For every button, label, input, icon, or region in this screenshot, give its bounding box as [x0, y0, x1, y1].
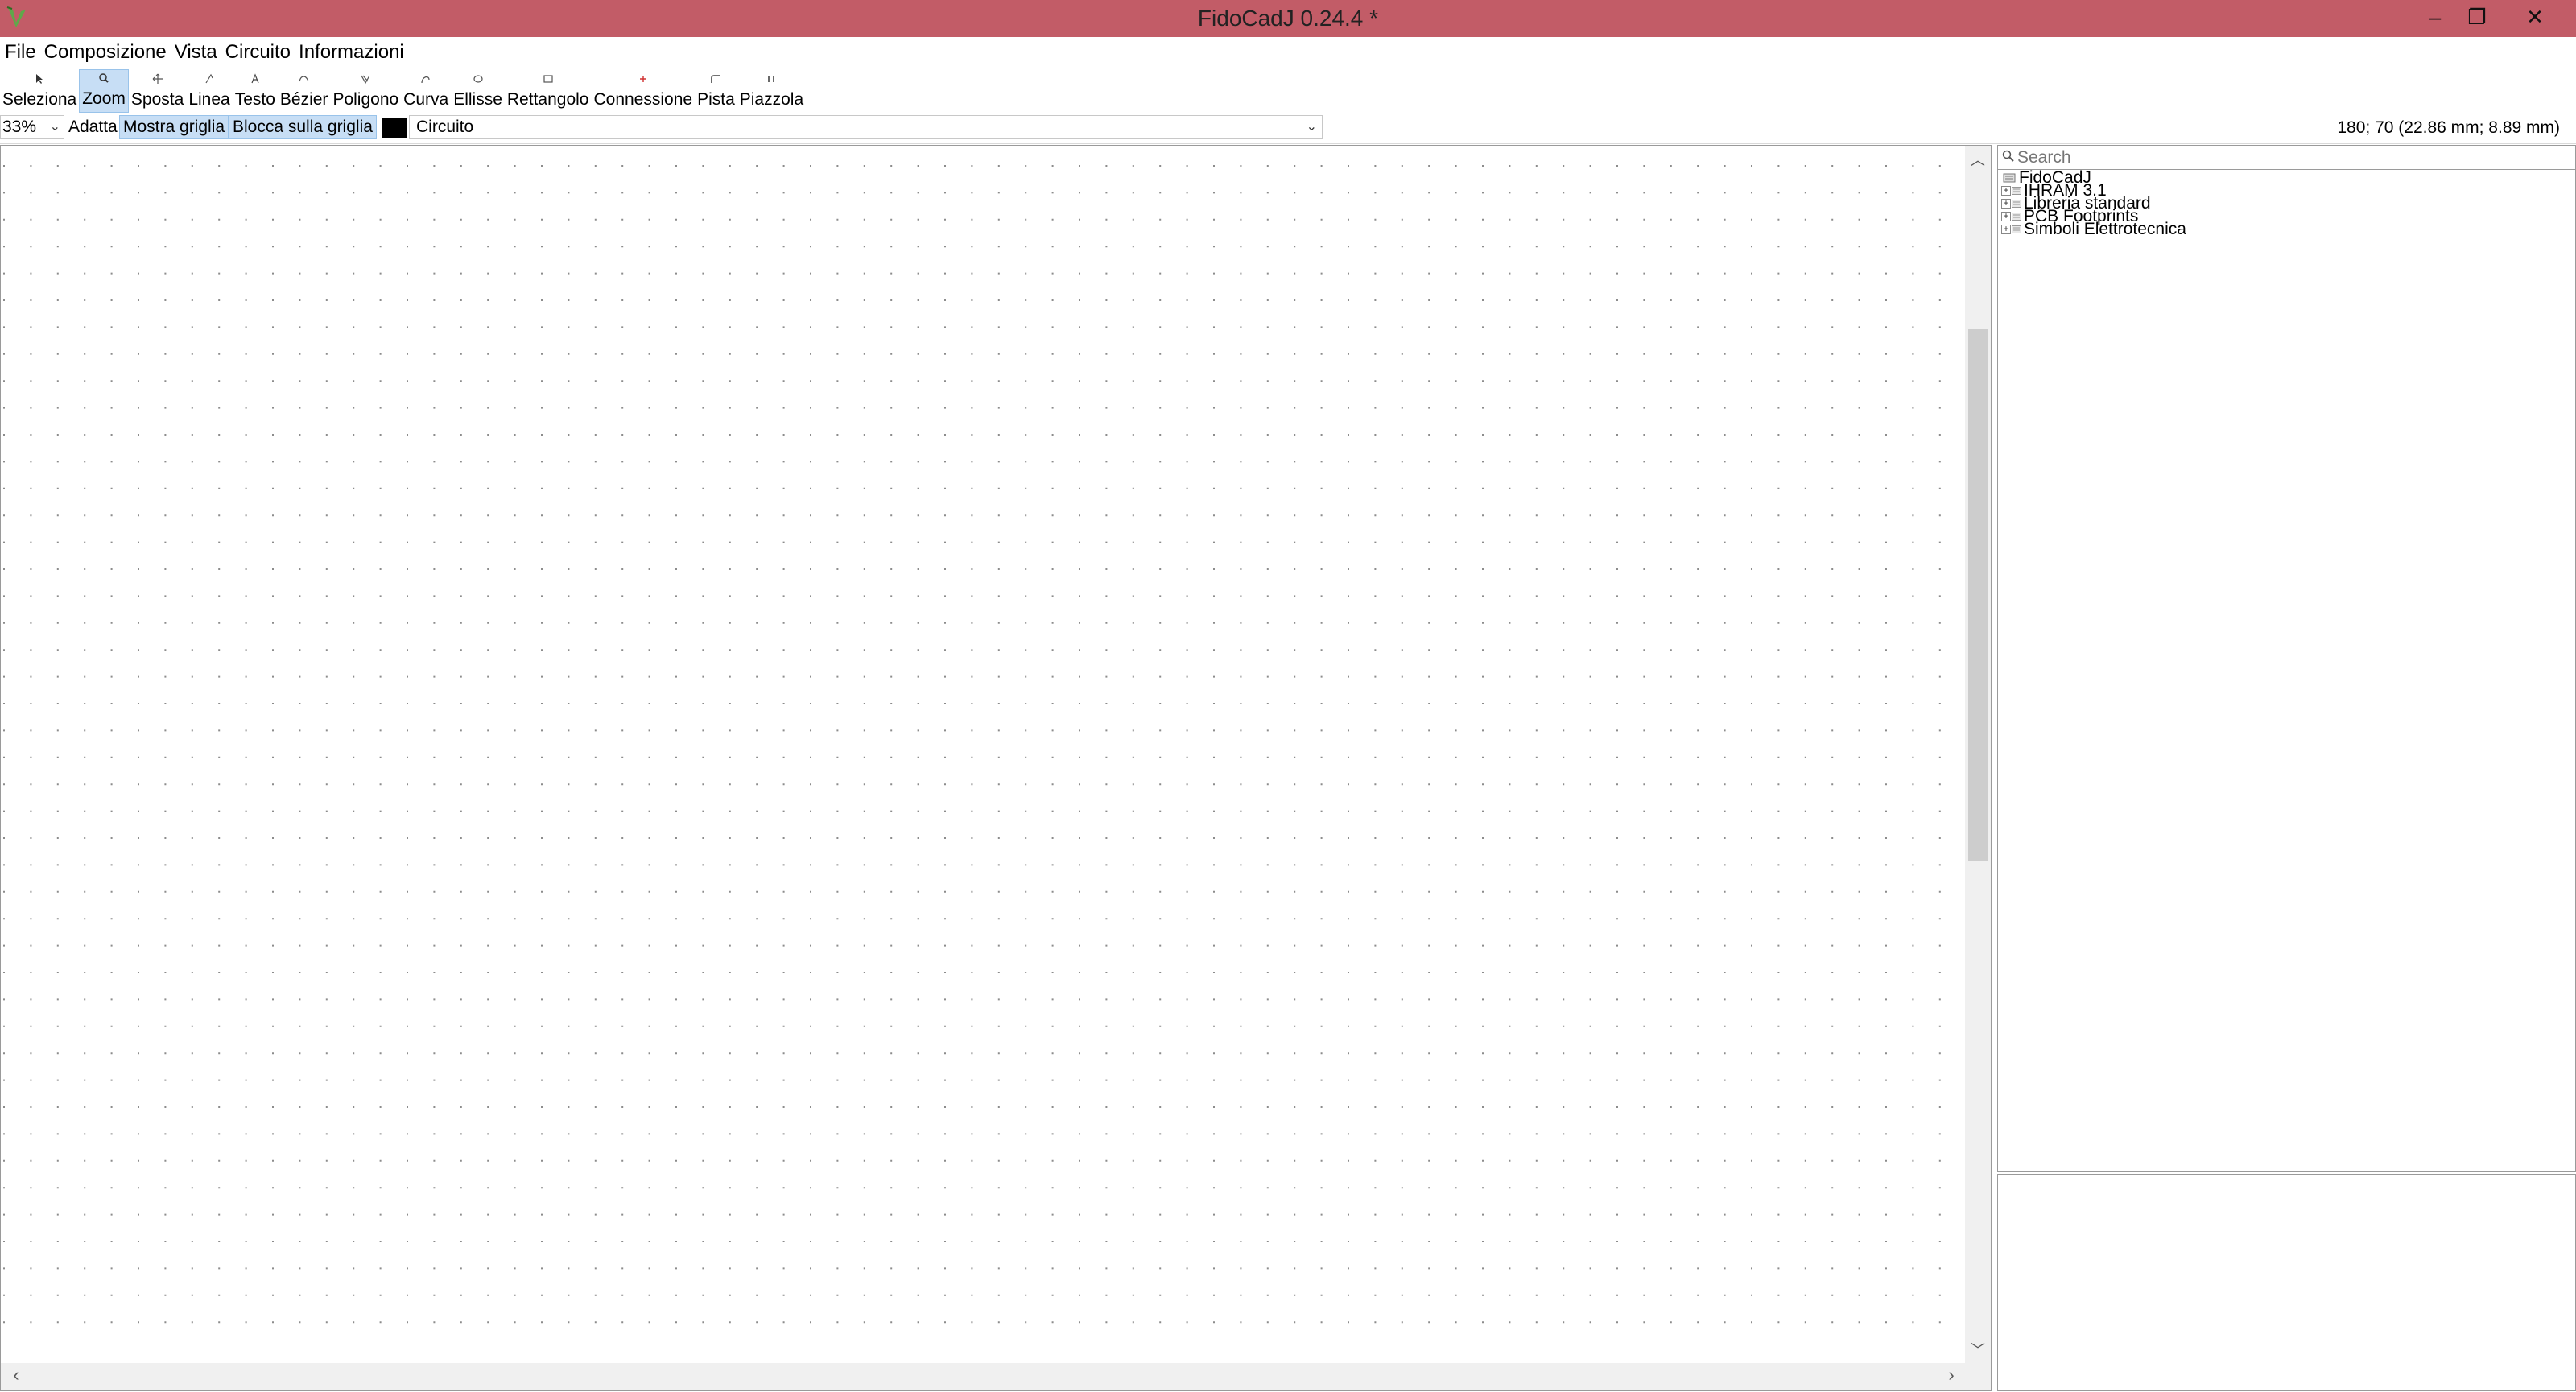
- horizontal-scrollbar[interactable]: ‹ ›: [1, 1363, 1967, 1390]
- expand-icon[interactable]: +: [2001, 224, 2011, 234]
- library-icon: [2012, 225, 2021, 233]
- menu-vista[interactable]: Vista: [171, 41, 221, 64]
- tool-pista[interactable]: Pista: [695, 69, 737, 113]
- layer-color-swatch: [382, 118, 407, 138]
- grid-dots: [3, 165, 1941, 1324]
- tool-label: Rettangolo: [506, 90, 589, 109]
- maximize-icon: ❐: [2467, 4, 2487, 29]
- menu-composizione[interactable]: Composizione: [41, 41, 170, 64]
- layer-name: Circuito: [416, 118, 474, 136]
- tool-label: Ellisse: [453, 90, 502, 109]
- tool-testo[interactable]: Testo: [233, 69, 278, 113]
- grid[interactable]: [1, 146, 1967, 1363]
- tool-label: Testo: [234, 90, 275, 109]
- zoom-icon: [99, 73, 109, 83]
- library-search: [1998, 146, 2575, 170]
- scroll-left-icon[interactable]: ‹: [4, 1365, 28, 1389]
- close-icon: ✕: [2526, 4, 2544, 29]
- scroll-corner: [1965, 1363, 1991, 1390]
- tool-bar: Seleziona Zoom Sposta Linea Testo Bézier…: [0, 68, 2576, 113]
- library-icon: [2012, 213, 2021, 221]
- move-icon: [152, 73, 163, 84]
- zoom-select[interactable]: 33% ⌄: [0, 115, 64, 139]
- coordinate-readout: 180; 70 (22.86 mm; 8.89 mm): [2337, 118, 2560, 137]
- close-button[interactable]: ✕: [2507, 0, 2563, 34]
- options-bar: 33% ⌄ Adatta Mostra griglia Blocca sulla…: [0, 114, 2576, 144]
- minimize-icon: –: [2429, 4, 2442, 29]
- select-arrow-icon: [36, 74, 43, 84]
- chevron-down-icon: ⌄: [49, 120, 60, 134]
- connection-icon: [639, 76, 646, 82]
- tool-label: Pista: [697, 90, 735, 109]
- tool-curva[interactable]: Curva: [401, 69, 451, 113]
- tool-label: Bézier: [279, 90, 328, 109]
- ellipse-icon: [473, 75, 483, 83]
- tool-linea[interactable]: Linea: [186, 69, 232, 113]
- drawing-canvas[interactable]: ︿ ﹀ ‹ ›: [0, 145, 1992, 1391]
- tool-label: Zoom: [82, 89, 126, 108]
- tool-seleziona[interactable]: Seleziona: [0, 69, 79, 113]
- title-bar: FidoCadJ 0.24.4 * – ❐ ✕: [0, 0, 2576, 37]
- tool-label: Poligono: [332, 90, 399, 109]
- menu-file[interactable]: File: [2, 41, 39, 64]
- expand-icon[interactable]: +: [2001, 185, 2011, 196]
- tool-ellisse[interactable]: Ellisse: [451, 69, 505, 113]
- window-title: FidoCadJ 0.24.4 *: [1197, 6, 1379, 31]
- tool-label: Linea: [188, 90, 230, 109]
- expand-icon[interactable]: +: [2001, 198, 2011, 209]
- scroll-right-icon[interactable]: ›: [1939, 1365, 1963, 1389]
- bezier-icon: [299, 76, 309, 82]
- library-icon: [2012, 200, 2021, 208]
- tool-poligono[interactable]: Poligono: [330, 69, 401, 113]
- tool-label: Curva: [403, 90, 449, 109]
- tool-rettangolo[interactable]: Rettangolo: [505, 69, 592, 113]
- rectangle-icon: [543, 75, 553, 83]
- search-icon: [2002, 150, 2014, 162]
- tool-label: Seleziona: [2, 90, 77, 109]
- curve-icon: [421, 76, 430, 84]
- expand-icon[interactable]: +: [2001, 211, 2011, 221]
- tool-label: Connessione: [593, 90, 693, 109]
- vertical-scrollbar[interactable]: ︿ ﹀: [1965, 146, 1991, 1363]
- vertical-scroll-thumb[interactable]: [1968, 329, 1988, 861]
- tool-connessione[interactable]: Connessione: [591, 69, 695, 113]
- preview-panel: [1997, 1174, 2576, 1391]
- scroll-down-icon[interactable]: ﹀: [1965, 1339, 1991, 1363]
- tool-zoom[interactable]: Zoom: [79, 69, 129, 113]
- tool-label: Sposta: [130, 90, 184, 109]
- zoom-value: 33%: [2, 118, 37, 136]
- tool-sposta[interactable]: Sposta: [129, 69, 186, 113]
- tool-bezier[interactable]: Bézier: [278, 69, 331, 113]
- scroll-up-icon[interactable]: ︿: [1965, 149, 1991, 173]
- fit-button[interactable]: Adatta: [65, 115, 121, 139]
- track-icon: [711, 75, 720, 83]
- line-icon: [205, 73, 213, 84]
- menu-circuito[interactable]: Circuito: [222, 41, 294, 64]
- tool-label: Piazzola: [739, 90, 804, 109]
- library-icon: [2012, 187, 2021, 195]
- polygon-icon: [361, 75, 370, 85]
- layer-select[interactable]: Circuito ⌄: [409, 115, 1323, 139]
- library-root-icon: [2003, 173, 2016, 183]
- show-grid-toggle[interactable]: Mostra griglia: [119, 115, 229, 139]
- search-input[interactable]: [2017, 147, 2565, 168]
- tree-item-label: Simboli Elettrotecnica: [2024, 220, 2186, 238]
- menu-bar: File Composizione Vista Circuito Informa…: [0, 37, 2576, 68]
- pad-icon: [768, 76, 775, 82]
- text-icon: [251, 73, 259, 84]
- tool-piazzola[interactable]: Piazzola: [737, 69, 806, 113]
- menu-informazioni[interactable]: Informazioni: [295, 41, 407, 64]
- snap-grid-toggle[interactable]: Blocca sulla griglia: [229, 115, 377, 139]
- maximize-button[interactable]: ❐: [2449, 0, 2505, 34]
- library-panel: FidoCadJ + IHRAM 3.1 + Libreria standard…: [1997, 145, 2576, 1172]
- chevron-down-icon: ⌄: [1306, 120, 1317, 134]
